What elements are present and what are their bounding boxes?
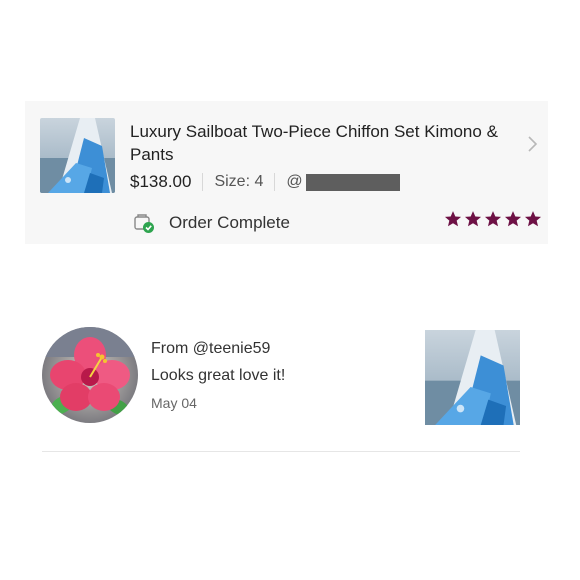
chevron-right-icon[interactable] [526,134,540,154]
star-icon [524,211,542,227]
reviewer-name[interactable]: From @teenie59 [151,340,270,358]
avatar[interactable] [42,327,138,423]
star-icon [464,211,482,227]
divider [274,173,276,191]
rating-stars [444,210,542,228]
product-thumbnail[interactable] [40,118,115,193]
product-title[interactable]: Luxury Sailboat Two-Piece Chiffon Set Ki… [130,120,500,166]
divider [202,173,204,191]
size: Size: 4 [214,173,264,190]
star-icon [444,211,462,227]
order-status: Order Complete [169,213,290,232]
review-date: May 04 [151,395,197,411]
review-comment: Looks great love it! [151,367,286,384]
seller-prefix: @ [286,173,303,190]
divider [42,451,520,452]
star-icon [504,211,522,227]
product-meta: $138.00 Size: 4 @ [130,171,400,193]
order-complete-icon [133,212,155,234]
star-icon [484,211,502,227]
redacted-seller-name [305,173,400,191]
review-item: From @teenie59 Looks great love it! May … [42,327,522,427]
price: $138.00 [130,172,192,191]
review-product-thumbnail[interactable] [425,330,520,425]
order-card[interactable]: Luxury Sailboat Two-Piece Chiffon Set Ki… [25,101,548,244]
